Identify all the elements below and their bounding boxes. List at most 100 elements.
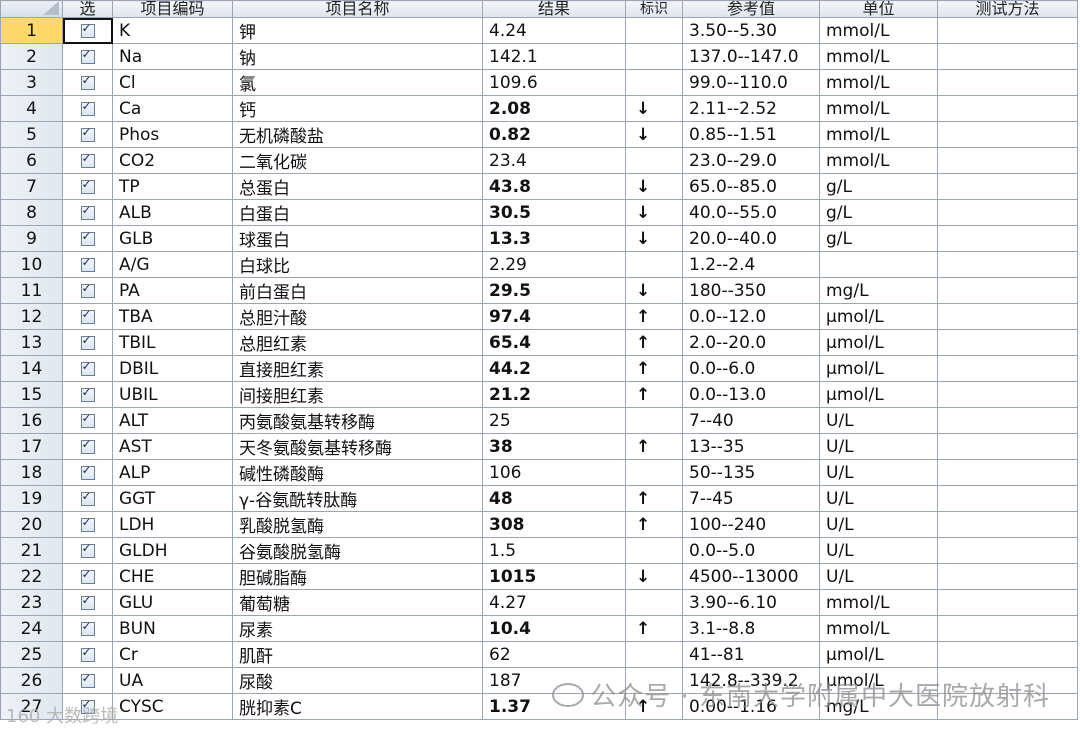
result-value[interactable]: 21.2 [482, 381, 626, 408]
high-arrow-icon[interactable]: ↑ [625, 381, 683, 408]
test-method[interactable] [937, 147, 1078, 174]
result-value[interactable]: 48 [482, 485, 626, 512]
test-method[interactable] [937, 407, 1078, 434]
table-row[interactable]: 18 ALP碱性磷酸酶106 50--135U/L [0, 459, 1078, 486]
item-name[interactable]: 总胆红素 [232, 329, 483, 356]
reference-range[interactable]: 180--350 [682, 277, 820, 304]
result-value[interactable]: 44.2 [482, 355, 626, 382]
test-method[interactable] [937, 121, 1078, 148]
flag-cell[interactable] [625, 43, 683, 70]
row-number[interactable]: 24 [0, 615, 63, 642]
reference-range[interactable]: 3.1--8.8 [682, 615, 820, 642]
checkbox-checked-icon[interactable] [80, 671, 95, 688]
item-name[interactable]: 间接胆红素 [232, 381, 483, 408]
col-header-code[interactable]: 项目编码 [112, 0, 233, 18]
test-method[interactable] [937, 537, 1078, 564]
unit[interactable]: μmol/L [819, 303, 938, 330]
result-value[interactable]: 30.5 [482, 199, 626, 226]
checkbox-checked-icon[interactable] [80, 21, 95, 38]
high-arrow-icon[interactable]: ↑ [625, 485, 683, 512]
unit[interactable]: mmol/L [819, 17, 938, 44]
table-row[interactable]: 15 UBIL间接胆红素21.2↑0.0--13.0μmol/L [0, 381, 1078, 408]
row-select-checkbox[interactable] [62, 563, 113, 590]
row-number[interactable]: 22 [0, 563, 63, 590]
row-select-checkbox[interactable] [62, 667, 113, 694]
table-row[interactable]: 3 Cl氯109.6 99.0--110.0mmol/L [0, 69, 1078, 96]
row-number[interactable]: 12 [0, 303, 63, 330]
result-value[interactable]: 1.5 [482, 537, 626, 564]
table-row[interactable]: 2 Na钠142.1 137.0--147.0mmol/L [0, 43, 1078, 70]
test-method[interactable] [937, 199, 1078, 226]
result-value[interactable]: 62 [482, 641, 626, 668]
checkbox-checked-icon[interactable] [80, 541, 95, 558]
low-arrow-icon[interactable]: ↓ [625, 121, 683, 148]
low-arrow-icon[interactable]: ↓ [625, 225, 683, 252]
row-select-checkbox[interactable] [62, 121, 113, 148]
row-select-checkbox[interactable] [62, 511, 113, 538]
row-number[interactable]: 15 [0, 381, 63, 408]
item-code[interactable]: Cr [112, 641, 233, 668]
col-header-name[interactable]: 项目名称 [232, 0, 483, 18]
row-select-checkbox[interactable] [62, 43, 113, 70]
flag-cell[interactable] [625, 69, 683, 96]
row-number[interactable]: 23 [0, 589, 63, 616]
item-code[interactable]: GLDH [112, 537, 233, 564]
item-code[interactable]: DBIL [112, 355, 233, 382]
item-code[interactable]: TBIL [112, 329, 233, 356]
row-number[interactable]: 7 [0, 173, 63, 200]
test-method[interactable] [937, 355, 1078, 382]
item-code[interactable]: CO2 [112, 147, 233, 174]
item-code[interactable]: Na [112, 43, 233, 70]
row-select-checkbox[interactable] [62, 303, 113, 330]
row-select-checkbox[interactable] [62, 95, 113, 122]
unit[interactable]: μmol/L [819, 329, 938, 356]
table-row[interactable]: 21 GLDH谷氨酸脱氢酶1.5 0.0--5.0U/L [0, 537, 1078, 564]
item-code[interactable]: TP [112, 173, 233, 200]
reference-range[interactable]: 7--40 [682, 407, 820, 434]
row-number[interactable]: 9 [0, 225, 63, 252]
checkbox-checked-icon[interactable] [80, 73, 95, 90]
unit[interactable]: μmol/L [819, 355, 938, 382]
row-number[interactable]: 11 [0, 277, 63, 304]
result-value[interactable]: 23.4 [482, 147, 626, 174]
unit[interactable]: U/L [819, 407, 938, 434]
row-select-checkbox[interactable] [62, 251, 113, 278]
item-name[interactable]: 尿酸 [232, 667, 483, 694]
item-code[interactable]: AST [112, 433, 233, 460]
checkbox-checked-icon[interactable] [80, 47, 95, 64]
result-value[interactable]: 2.29 [482, 251, 626, 278]
flag-cell[interactable] [625, 17, 683, 44]
item-name[interactable]: 乳酸脱氢酶 [232, 511, 483, 538]
test-method[interactable] [937, 589, 1078, 616]
table-row[interactable]: 23 GLU葡萄糖4.27 3.90--6.10mmol/L [0, 589, 1078, 616]
item-name[interactable]: 谷氨酸脱氢酶 [232, 537, 483, 564]
row-select-checkbox[interactable] [62, 225, 113, 252]
flag-cell[interactable] [625, 641, 683, 668]
item-code[interactable]: ALB [112, 199, 233, 226]
checkbox-checked-icon[interactable] [80, 567, 95, 584]
item-code[interactable]: A/G [112, 251, 233, 278]
row-select-checkbox[interactable] [62, 381, 113, 408]
checkbox-checked-icon[interactable] [80, 359, 95, 376]
reference-range[interactable]: 1.2--2.4 [682, 251, 820, 278]
item-name[interactable]: 钙 [232, 95, 483, 122]
item-code[interactable]: CHE [112, 563, 233, 590]
unit[interactable]: U/L [819, 563, 938, 590]
col-header-ref[interactable]: 参考值 [682, 0, 820, 18]
test-method[interactable] [937, 43, 1078, 70]
unit[interactable]: mmol/L [819, 95, 938, 122]
flag-cell[interactable] [625, 147, 683, 174]
reference-range[interactable]: 50--135 [682, 459, 820, 486]
item-name[interactable]: 钠 [232, 43, 483, 70]
row-number[interactable]: 5 [0, 121, 63, 148]
result-value[interactable]: 4.27 [482, 589, 626, 616]
high-arrow-icon[interactable]: ↑ [625, 355, 683, 382]
checkbox-checked-icon[interactable] [80, 99, 95, 116]
unit[interactable]: mmol/L [819, 121, 938, 148]
result-value[interactable]: 65.4 [482, 329, 626, 356]
reference-range[interactable]: 23.0--29.0 [682, 147, 820, 174]
unit[interactable]: g/L [819, 173, 938, 200]
test-method[interactable] [937, 615, 1078, 642]
result-value[interactable]: 106 [482, 459, 626, 486]
table-row[interactable]: 7 TP总蛋白43.8↓65.0--85.0g/L [0, 173, 1078, 200]
